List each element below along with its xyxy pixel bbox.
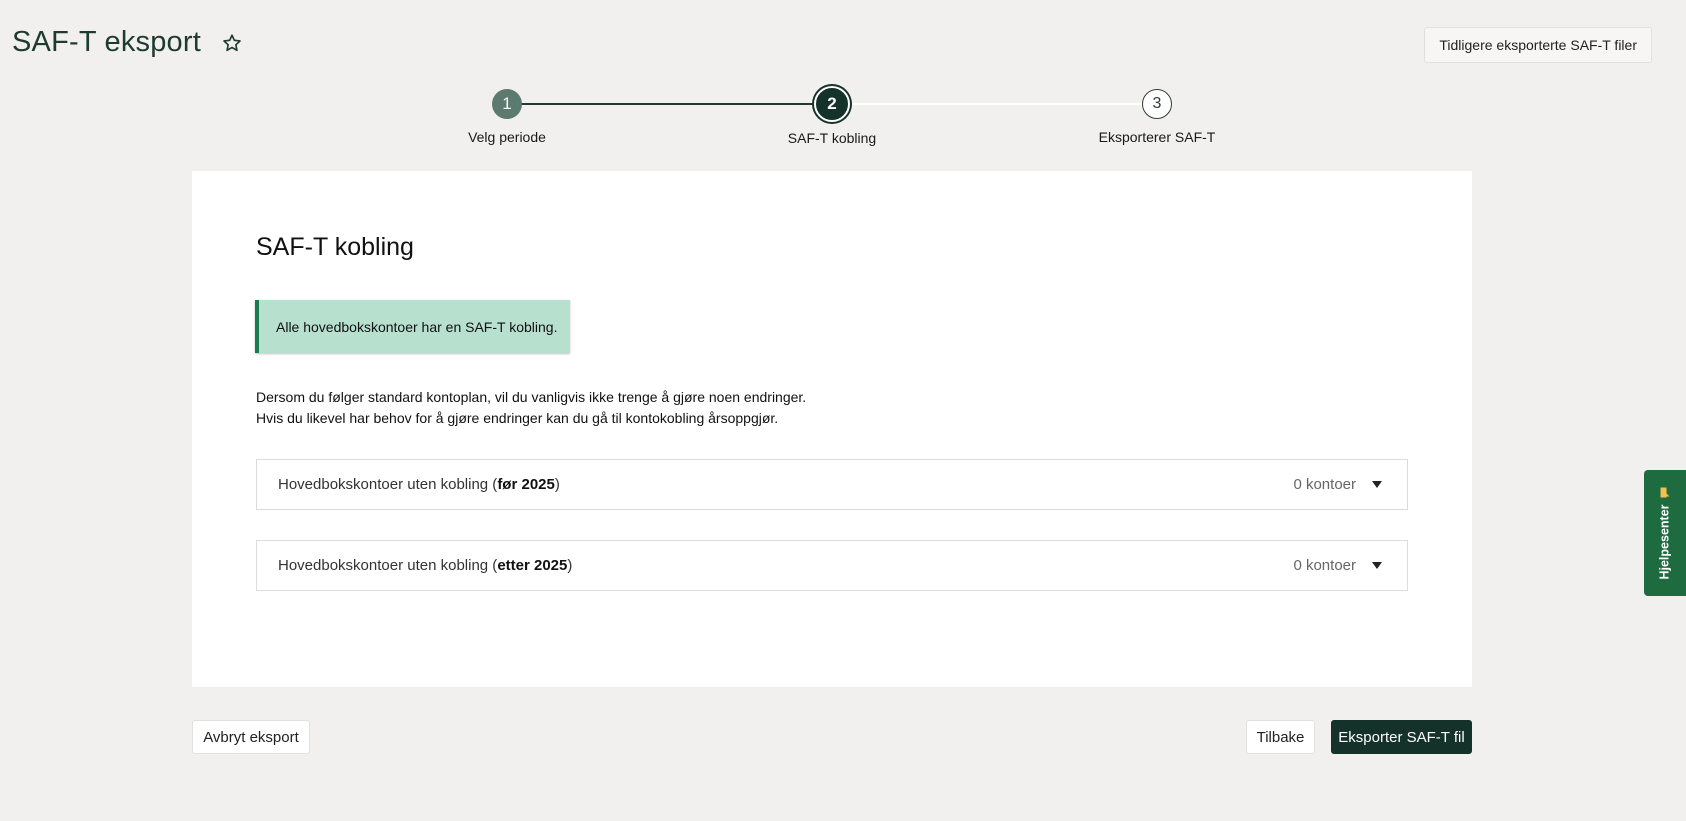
description: Dersom du følger standard kontoplan, vil…	[256, 387, 806, 429]
step-number: 1	[492, 89, 522, 119]
step-label: Velg periode	[468, 129, 546, 145]
account-count: 0 kontoer	[1293, 557, 1356, 574]
accordion-after-2025[interactable]: Hovedbokskontoer uten kobling (etter 202…	[256, 540, 1408, 591]
accordion-title: Hovedbokskontoer uten kobling (etter 202…	[278, 557, 573, 574]
description-line: Dersom du følger standard kontoplan, vil…	[256, 389, 807, 405]
step-label: SAF-T kobling	[787, 130, 877, 146]
page-title: SAF-T eksport	[12, 26, 202, 58]
step-number: 3	[1142, 89, 1172, 119]
chat-bubble-icon	[1660, 487, 1670, 498]
star-icon[interactable]	[221, 32, 243, 54]
accordion-title: Hovedbokskontoer uten kobling (før 2025)	[278, 476, 560, 493]
back-button[interactable]: Tilbake	[1246, 720, 1315, 754]
progress-stepper: 1 Velg periode 2 SAF-T kobling 3 Eksport…	[0, 86, 1686, 156]
description-line: Hvis du likevel har behov for å gjøre en…	[256, 410, 779, 426]
cancel-export-button[interactable]: Avbryt eksport	[192, 720, 310, 754]
success-alert: Alle hovedbokskontoer har en SAF-T kobli…	[255, 300, 570, 353]
step-velg-periode[interactable]: 1 Velg periode	[407, 86, 607, 145]
help-center-tab[interactable]: Hjelpesenter	[1644, 470, 1686, 596]
caret-down-icon	[1372, 561, 1382, 569]
caret-down-icon	[1372, 480, 1382, 488]
page-header: SAF-T eksport	[12, 26, 243, 59]
export-saft-button[interactable]: Eksporter SAF-T fil	[1331, 720, 1472, 754]
step-number: 2	[814, 86, 850, 122]
step-eksporterer-saft: 3 Eksporterer SAF-T	[1057, 86, 1257, 145]
step-label: Eksporterer SAF-T	[1098, 129, 1216, 145]
previous-exports-button[interactable]: Tidligere eksporterte SAF-T filer	[1424, 27, 1652, 63]
help-center-label: Hjelpesenter	[1658, 504, 1672, 580]
step-saft-kobling: 2 SAF-T kobling	[732, 86, 932, 146]
section-title: SAF-T kobling	[256, 233, 414, 261]
main-card: SAF-T kobling Alle hovedbokskontoer har …	[192, 171, 1472, 687]
account-count: 0 kontoer	[1293, 476, 1356, 493]
accordion-before-2025[interactable]: Hovedbokskontoer uten kobling (før 2025)…	[256, 459, 1408, 510]
